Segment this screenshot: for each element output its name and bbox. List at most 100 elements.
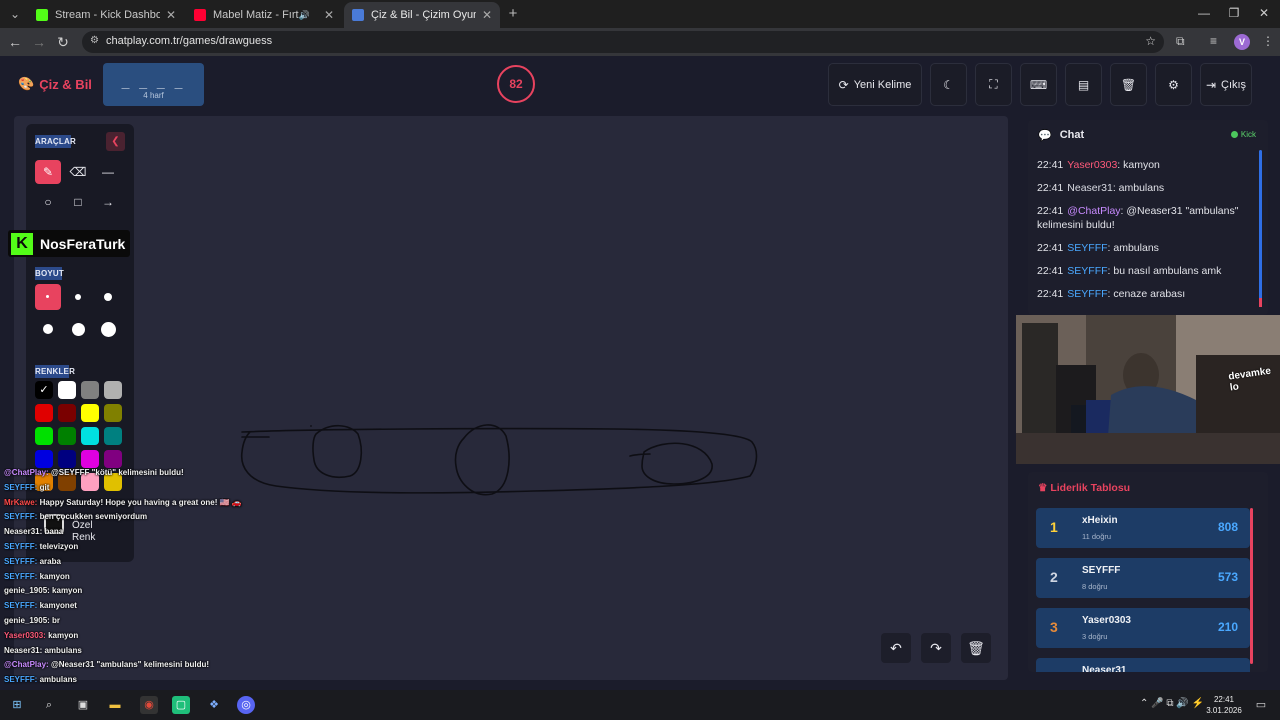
- size-3-button[interactable]: [95, 284, 121, 310]
- steam-icon[interactable]: ❖: [205, 696, 223, 714]
- clear-board-button[interactable]: 🗑: [1110, 63, 1147, 106]
- tab-kick-dashboard[interactable]: Stream - Kick Dashboard ✕: [28, 2, 184, 28]
- notification-icon[interactable]: ▭: [1252, 696, 1270, 714]
- menu-icon[interactable]: ⋮: [1262, 34, 1274, 48]
- color-swatch[interactable]: [104, 450, 122, 468]
- color-swatch[interactable]: ✓: [35, 381, 53, 399]
- file-explorer-icon[interactable]: ▬: [106, 696, 124, 714]
- chat-username[interactable]: @ChatPlay: [1067, 205, 1120, 217]
- minimize-icon[interactable]: —: [1194, 6, 1214, 20]
- size-4-button[interactable]: [35, 316, 61, 342]
- dark-mode-button[interactable]: ☾: [930, 63, 967, 106]
- trash-icon: 🗑: [1120, 77, 1137, 92]
- chrome-icon[interactable]: ◉: [140, 696, 158, 714]
- kick-logo-icon: K: [11, 232, 33, 255]
- overlay-chat-text: ambulans: [44, 645, 82, 655]
- profile-avatar[interactable]: V: [1234, 34, 1250, 50]
- color-swatch[interactable]: [58, 404, 76, 422]
- keyboard-button[interactable]: ⌨: [1020, 63, 1057, 106]
- close-tab-icon[interactable]: ✕: [482, 8, 492, 22]
- color-swatch[interactable]: [104, 427, 122, 445]
- leaderboard-row: 3 Yaser0303 3 doğru 210: [1036, 608, 1250, 648]
- undo-button[interactable]: ↶: [881, 633, 911, 663]
- color-swatch[interactable]: [81, 404, 99, 422]
- color-swatch[interactable]: [104, 381, 122, 399]
- color-swatch[interactable]: [81, 381, 99, 399]
- redo-button[interactable]: ↷: [921, 633, 951, 663]
- circle-tool[interactable]: ○: [35, 190, 61, 214]
- fullscreen-button[interactable]: ⛶: [975, 63, 1012, 106]
- search-icon[interactable]: ⌕: [40, 696, 58, 714]
- address-bar[interactable]: ⚙ chatplay.com.tr/games/drawguess ☆: [82, 31, 1164, 53]
- app-logo[interactable]: 🎨 Çiz & Bil: [18, 76, 92, 92]
- tab-search-icon[interactable]: ⌄: [6, 6, 24, 22]
- overlay-chat-text: kamyon: [39, 571, 70, 581]
- rectangle-tool[interactable]: □: [65, 190, 91, 214]
- collapse-panel-button[interactable]: ❮: [106, 132, 125, 151]
- color-swatch[interactable]: [104, 404, 122, 422]
- size-2-button[interactable]: [65, 284, 91, 310]
- color-swatch[interactable]: [35, 427, 53, 445]
- overlay-chat-line: @ChatPlay: @Neaser31 "ambulans" kelimesi…: [4, 660, 284, 675]
- keyboard-icon: ⌨: [1029, 77, 1048, 92]
- color-swatch[interactable]: [35, 450, 53, 468]
- chat-username[interactable]: Yaser0303: [1067, 159, 1117, 171]
- overlay-chat-user: SEYFFF:: [4, 571, 38, 581]
- restore-icon[interactable]: ❐: [1224, 6, 1244, 20]
- arrow-tool[interactable]: →: [95, 190, 121, 214]
- overlay-chat-text: bana: [44, 527, 64, 537]
- clear-canvas-button[interactable]: 🗑: [961, 633, 991, 663]
- size-1-button[interactable]: [35, 284, 61, 310]
- forward-icon[interactable]: →: [30, 33, 48, 51]
- settings-button[interactable]: ⚙: [1155, 63, 1192, 106]
- close-tab-icon[interactable]: ✕: [166, 8, 176, 22]
- close-tab-icon[interactable]: ✕: [324, 8, 334, 22]
- round-timer: 82: [497, 65, 535, 103]
- size-dot: [46, 295, 49, 298]
- windows-start-icon[interactable]: ⊞: [8, 696, 26, 714]
- system-tray[interactable]: ⌃ 🎤 ⧉ 🔊 ⚡: [1140, 698, 1204, 709]
- logout-icon: ⇥: [1205, 77, 1216, 92]
- tab-youtube[interactable]: Mabel Matiz - Fırtınadayım 🔊 ✕: [186, 2, 342, 28]
- color-swatch[interactable]: [35, 404, 53, 422]
- chat-username[interactable]: SEYFFF: [1067, 265, 1107, 277]
- app-icon[interactable]: ▢: [172, 696, 190, 714]
- os-taskbar: ⊞ ⌕ ▣ ▬ ◉ ▢ ❖ ◎ ⌃ 🎤 ⧉ 🔊 ⚡ 22:41 3.01.202…: [0, 690, 1280, 720]
- reload-icon[interactable]: ↻: [54, 33, 72, 51]
- chat-username[interactable]: Neaser31: [1067, 182, 1113, 194]
- chat-scrollbar[interactable]: [1259, 150, 1262, 306]
- overlay-chat-line: SEYFFF: araba: [4, 557, 284, 572]
- leaderboard-scrollbar[interactable]: [1250, 508, 1253, 664]
- logout-button[interactable]: ⇥ Çıkış: [1200, 63, 1252, 106]
- discord-icon[interactable]: ◎: [237, 696, 255, 714]
- color-swatch[interactable]: [58, 381, 76, 399]
- chat-username[interactable]: SEYFFF: [1067, 288, 1107, 300]
- overlay-chat-line: SEYFFF: ambulans: [4, 675, 284, 690]
- size-6-button[interactable]: [95, 316, 121, 342]
- chat-username[interactable]: SEYFFF: [1067, 242, 1107, 254]
- back-icon[interactable]: ←: [6, 33, 24, 51]
- media-controls-icon[interactable]: ≡: [1210, 34, 1217, 48]
- new-word-button[interactable]: ⟳ Yeni Kelime: [828, 63, 922, 106]
- pen-tool[interactable]: ✎: [35, 160, 61, 184]
- extensions-icon[interactable]: ⧉: [1176, 34, 1185, 49]
- eraser-tool[interactable]: ⌫: [65, 160, 91, 184]
- speaker-icon[interactable]: 🔊: [299, 10, 310, 21]
- bookmark-star-icon[interactable]: ☆: [1145, 34, 1156, 48]
- line-tool[interactable]: —: [95, 160, 121, 184]
- tab-ciz-bil[interactable]: Çiz & Bil - Çizim Oyunu ✕: [344, 2, 500, 28]
- leaderboard-correct-count: 3 doğru: [1082, 632, 1108, 641]
- task-view-icon[interactable]: ▣: [74, 696, 92, 714]
- archive-button[interactable]: ▤: [1065, 63, 1102, 106]
- color-swatch[interactable]: [58, 450, 76, 468]
- close-window-icon[interactable]: ✕: [1254, 6, 1274, 20]
- new-tab-icon[interactable]: +: [504, 6, 522, 22]
- overlay-chat-line: SEYFFF: kamyon: [4, 572, 284, 587]
- color-swatch[interactable]: [81, 427, 99, 445]
- color-swatch[interactable]: [58, 427, 76, 445]
- color-swatch[interactable]: [81, 450, 99, 468]
- site-settings-icon[interactable]: ⚙: [90, 35, 99, 46]
- chat-message: 22:41 Neaser31: ambulans: [1037, 181, 1255, 195]
- size-5-button[interactable]: [65, 316, 91, 342]
- taskbar-clock[interactable]: 22:41 3.01.2026: [1202, 694, 1246, 716]
